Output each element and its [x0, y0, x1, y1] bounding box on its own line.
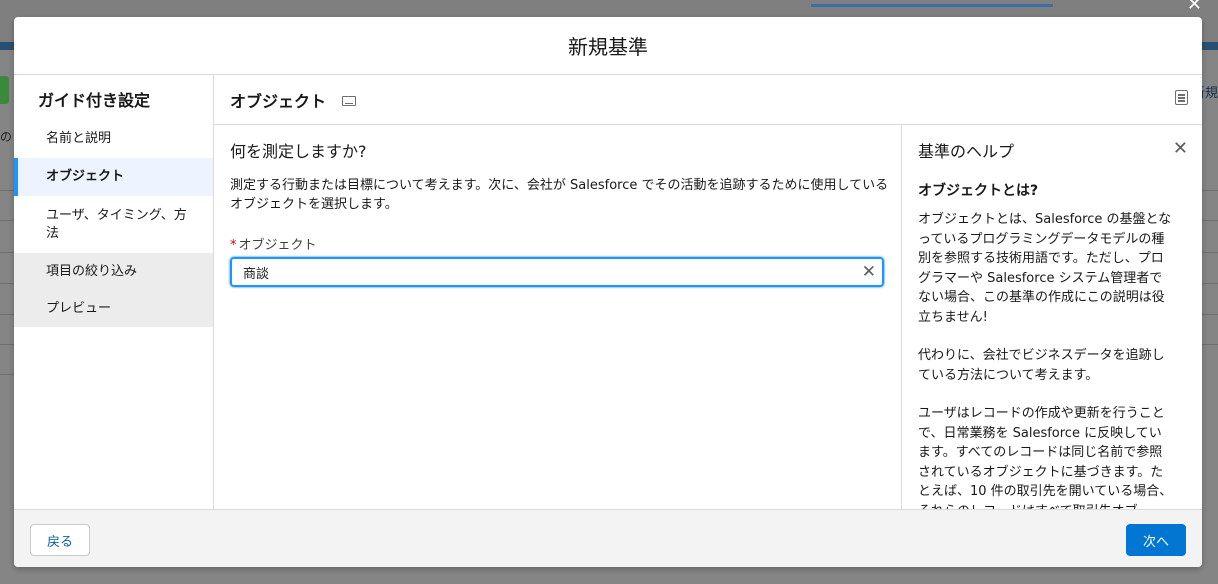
new-criteria-modal: 新規基準 ガイド付き設定 名前と説明 オブジェクト ユーザ、タイミング、方法 項…: [14, 17, 1202, 567]
background-close-icon: ✕: [1186, 0, 1202, 15]
step-field-filters[interactable]: 項目の絞り込み: [14, 253, 213, 290]
background-row-line: [1202, 220, 1218, 221]
background-tab-indicator: [811, 4, 1053, 7]
keyboard-icon[interactable]: [342, 95, 357, 106]
question-heading: 何を測定しますか?: [230, 142, 367, 161]
help-paragraph: ユーザはレコードの作成や更新を行うことで、日常業務を Salesforce に反…: [918, 406, 1173, 510]
help-panel: 基準のヘルプ ✕ オブジェクトとは? オブジェクトとは、Salesforce の…: [902, 125, 1202, 510]
help-heading: オブジェクトとは?: [918, 183, 1039, 199]
modal-body: ガイド付き設定 名前と説明 オブジェクト ユーザ、タイミング、方法 項目の絞り込…: [14, 75, 1202, 510]
step-object[interactable]: オブジェクト: [14, 158, 213, 196]
step-preview[interactable]: プレビュー: [14, 290, 213, 327]
modal-header: 新規基準: [14, 17, 1202, 75]
step-name-description[interactable]: 名前と説明: [14, 120, 213, 158]
background-row-line: [1202, 283, 1218, 284]
guided-setup-title: ガイド付き設定: [38, 91, 151, 110]
background-row-line: [0, 283, 14, 284]
background-row-line: [0, 374, 14, 375]
modal-title: 新規基準: [568, 35, 648, 59]
background-row-line: [1202, 344, 1218, 345]
help-paragraph: 代わりに、会社でビジネスデータを追跡している方法について考えます。: [918, 348, 1165, 383]
content-area: 何を測定しますか? 測定する行動または目標について考えます。次に、会社が Sal…: [214, 125, 1202, 510]
close-icon[interactable]: ✕: [1173, 138, 1188, 159]
object-form: 何を測定しますか? 測定する行動または目標について考えます。次に、会社が Sal…: [214, 125, 902, 510]
background-row-line: [0, 314, 14, 315]
notes-icon[interactable]: [1175, 90, 1188, 105]
background-green-tab: [0, 76, 9, 104]
next-button[interactable]: 次へ: [1126, 524, 1186, 556]
guided-setup-nav: ガイド付き設定 名前と説明 オブジェクト ユーザ、タイミング、方法 項目の絞り込…: [14, 75, 214, 509]
section-title: オブジェクト: [230, 91, 327, 111]
object-field-label: * オブジェクト: [230, 234, 885, 253]
background-row-line: [1202, 252, 1218, 253]
step-user-timing-method[interactable]: ユーザ、タイミング、方法: [14, 196, 213, 253]
object-combobox: ✕: [230, 257, 884, 287]
clear-icon[interactable]: ✕: [862, 262, 876, 282]
question-description: 測定する行動または目標について考えます。次に、会社が Salesforce でそ…: [230, 178, 889, 212]
object-input[interactable]: [232, 259, 843, 285]
main-panel: オブジェクト 何を測定しますか? 測定する行動または目標について考えます。次に、…: [214, 75, 1202, 510]
background-row-line: [0, 344, 14, 345]
background-row-line: [0, 220, 14, 221]
background-row-line: [0, 190, 14, 191]
modal-footer: 戻る 次へ: [14, 509, 1202, 567]
object-label-text: オブジェクト: [238, 238, 317, 253]
help-paragraph: オブジェクトとは、Salesforce の基盤となっているプログラミングデータモ…: [918, 212, 1172, 325]
background-text-left: の: [0, 130, 13, 144]
main-header: オブジェクト: [214, 75, 1202, 125]
required-mark: *: [230, 238, 237, 253]
help-title: 基準のヘルプ: [918, 142, 1015, 161]
background-row-line: [1202, 190, 1218, 191]
back-button[interactable]: 戻る: [30, 524, 90, 556]
background-row-line: [0, 252, 14, 253]
guided-setup-steps: 名前と説明 オブジェクト ユーザ、タイミング、方法 項目の絞り込み プレビュー: [14, 120, 213, 327]
background-row-line: [1202, 314, 1218, 315]
